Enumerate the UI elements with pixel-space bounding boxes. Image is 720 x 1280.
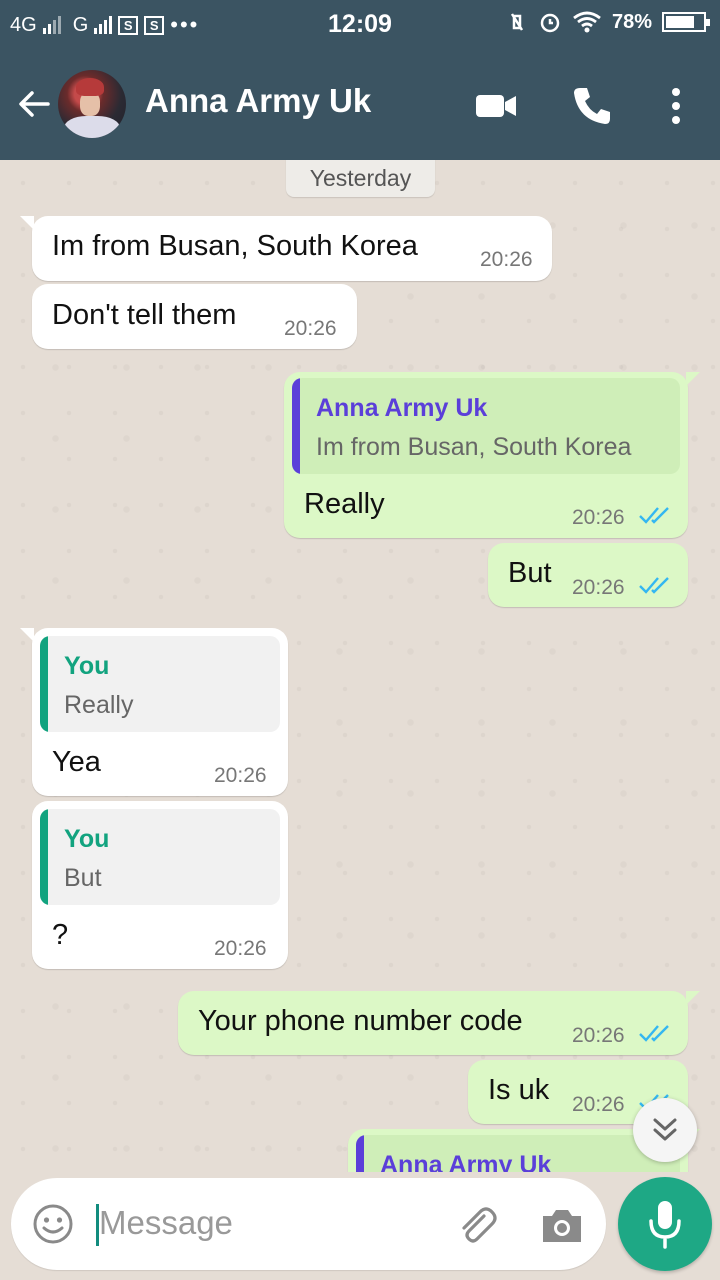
- double-chevron-down-icon: [653, 1118, 677, 1141]
- quoted-message[interactable]: Anna Army Uk: [356, 1135, 680, 1172]
- battery-icon: [662, 12, 710, 32]
- message-bubble-incoming[interactable]: You But ? 20:26: [32, 801, 288, 969]
- message-bubble-outgoing[interactable]: Anna Army Uk Im from Busan, South Korea …: [284, 372, 700, 538]
- chat-header: Anna Army Uk: [0, 50, 720, 160]
- contact-avatar[interactable]: [58, 70, 126, 138]
- quoted-message[interactable]: Anna Army Uk Im from Busan, South Korea: [292, 378, 680, 474]
- quoted-sender: You: [64, 825, 110, 853]
- date-divider: Yesterday: [286, 160, 435, 197]
- quoted-sender: Anna Army Uk: [316, 394, 488, 422]
- message-bubble-incoming[interactable]: You Really Yea 20:26: [20, 628, 288, 796]
- wifi-icon: [573, 11, 601, 33]
- quoted-message[interactable]: You But: [40, 809, 280, 905]
- vibrate-off-icon: [510, 13, 524, 31]
- message-input-field[interactable]: Message: [11, 1178, 606, 1270]
- message-text: Don't tell them: [52, 299, 237, 331]
- message-bubble-incoming[interactable]: Im from Busan, South Korea 20:26: [20, 216, 552, 281]
- attach-icon[interactable]: [454, 1202, 500, 1248]
- quoted-text: Really: [64, 691, 134, 719]
- voice-record-button[interactable]: [618, 1177, 712, 1271]
- message-time: 20:26: [214, 937, 267, 960]
- quoted-message[interactable]: You Really: [40, 636, 280, 732]
- alarm-icon: [540, 13, 560, 33]
- back-arrow-icon[interactable]: [14, 84, 54, 124]
- quoted-sender: You: [64, 652, 110, 680]
- read-receipt-icon: [639, 577, 669, 594]
- quoted-sender: Anna Army Uk: [380, 1151, 552, 1172]
- quoted-text: But: [64, 864, 102, 892]
- message-text: Your phone number code: [198, 1005, 523, 1037]
- message-bubble-outgoing[interactable]: But 20:26: [488, 543, 688, 607]
- message-placeholder[interactable]: Message: [99, 1204, 233, 1242]
- message-time: 20:26: [572, 576, 625, 599]
- message-text: But: [508, 557, 552, 589]
- read-receipt-icon: [639, 507, 669, 524]
- mic-icon: [649, 1201, 681, 1249]
- contact-name[interactable]: Anna Army Uk: [145, 82, 371, 120]
- message-text: Im from Busan, South Korea: [52, 230, 418, 262]
- composer-bar: Message: [0, 1172, 720, 1280]
- message-time: 20:26: [284, 317, 337, 340]
- message-time: 20:26: [572, 1093, 625, 1116]
- message-bubble-incoming[interactable]: Don't tell them 20:26: [32, 284, 357, 349]
- message-text: Really: [304, 488, 385, 520]
- camera-icon[interactable]: [539, 1204, 585, 1246]
- message-text: Is uk: [488, 1074, 550, 1106]
- message-text: Yea: [52, 746, 101, 778]
- message-time: 20:26: [214, 764, 267, 787]
- chat-area[interactable]: Yesterday Im from Busan, South Korea 20:…: [0, 160, 720, 1172]
- battery-percent: 78%: [611, 10, 652, 33]
- quoted-text: Im from Busan, South Korea: [316, 433, 632, 461]
- read-receipt-icon: [639, 1025, 669, 1042]
- video-call-icon[interactable]: [474, 84, 518, 128]
- scroll-to-bottom-button[interactable]: [633, 1098, 697, 1162]
- message-text: ?: [52, 919, 69, 951]
- message-time: 20:26: [572, 506, 625, 529]
- message-time: 20:26: [480, 248, 533, 271]
- message-time: 20:26: [572, 1024, 625, 1047]
- voice-call-icon[interactable]: [570, 84, 614, 128]
- emoji-icon[interactable]: [31, 1202, 75, 1246]
- more-options-icon[interactable]: [654, 84, 698, 128]
- message-bubble-outgoing[interactable]: Your phone number code 20:26: [178, 991, 700, 1055]
- status-bar: 4G G S S ••• 12:09 78%: [0, 0, 720, 50]
